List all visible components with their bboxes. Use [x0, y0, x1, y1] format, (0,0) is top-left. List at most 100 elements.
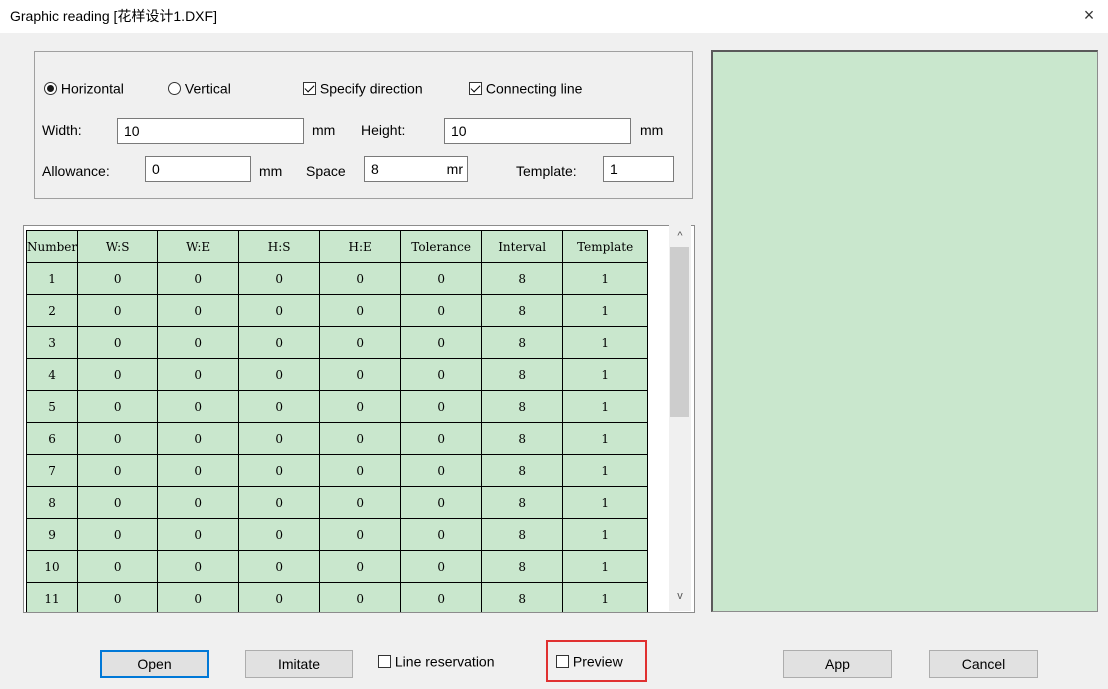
horizontal-radio[interactable]: Horizontal: [44, 79, 124, 96]
cell-hs[interactable]: 0: [238, 518, 321, 551]
cell-number[interactable]: 4: [25, 358, 79, 391]
cell-he[interactable]: 0: [319, 294, 402, 327]
cell-we[interactable]: 0: [157, 518, 240, 551]
space-field[interactable]: 8 mr: [364, 156, 468, 182]
cell-ws[interactable]: 0: [77, 454, 159, 487]
cell-hs[interactable]: 0: [238, 358, 321, 391]
cell-number[interactable]: 7: [25, 454, 79, 487]
table-row[interactable]: 90000081: [25, 518, 649, 551]
table-row[interactable]: 10000081: [25, 262, 649, 295]
cell-we[interactable]: 0: [157, 262, 240, 295]
cell-we[interactable]: 0: [157, 486, 240, 519]
cell-tolerance[interactable]: 0: [400, 454, 483, 487]
cancel-button[interactable]: Cancel: [929, 650, 1038, 678]
cell-template[interactable]: 1: [562, 454, 649, 487]
col-tolerance[interactable]: Tolerance: [400, 230, 483, 263]
cell-interval[interactable]: 8: [481, 422, 564, 455]
table-row[interactable]: 11 0 0 0 0 0 8 1: [25, 582, 649, 612]
table-row[interactable]: 20000081: [25, 294, 649, 327]
cell-we[interactable]: 0: [157, 422, 240, 455]
table-row[interactable]: 80000081: [25, 486, 649, 519]
cell-ws[interactable]: 0: [77, 486, 159, 519]
cell-number[interactable]: 10: [25, 550, 79, 583]
height-field[interactable]: 10: [444, 118, 631, 144]
template-field[interactable]: 1: [603, 156, 674, 182]
cell-hs[interactable]: 0: [238, 326, 321, 359]
cell-ws[interactable]: 0: [77, 390, 159, 423]
cell-number[interactable]: 2: [25, 294, 79, 327]
col-he[interactable]: H:E: [319, 230, 402, 263]
cell-he[interactable]: 0: [319, 422, 402, 455]
cell-interval[interactable]: 8: [481, 454, 564, 487]
cell-tolerance[interactable]: 0: [400, 422, 483, 455]
cell-template[interactable]: 1: [562, 390, 649, 423]
cell-template[interactable]: 1: [562, 550, 649, 583]
cell-he[interactable]: 0: [319, 262, 402, 295]
cell-template[interactable]: 1: [562, 486, 649, 519]
cell-template[interactable]: 1: [562, 518, 649, 551]
line-reservation-checkbox[interactable]: Line reservation: [378, 652, 495, 669]
cell-template[interactable]: 1: [562, 582, 649, 612]
cell-ws[interactable]: 0: [77, 518, 159, 551]
cell-ws[interactable]: 0: [77, 422, 159, 455]
specify-direction-checkbox[interactable]: Specify direction: [303, 79, 423, 96]
cell-number[interactable]: 5: [25, 390, 79, 423]
cell-template[interactable]: 1: [562, 358, 649, 391]
cell-template[interactable]: 1: [562, 262, 649, 295]
cell-tolerance[interactable]: 0: [400, 486, 483, 519]
cell-he[interactable]: 0: [319, 454, 402, 487]
cell-tolerance[interactable]: 0: [400, 262, 483, 295]
cell-he[interactable]: 0: [319, 550, 402, 583]
table-row[interactable]: 70000081: [25, 454, 649, 487]
cell-he[interactable]: 0: [319, 582, 402, 612]
cell-tolerance[interactable]: 0: [400, 518, 483, 551]
scroll-up-icon[interactable]: ^: [669, 227, 691, 245]
cell-number[interactable]: 11: [25, 582, 79, 612]
open-button[interactable]: Open: [100, 650, 209, 678]
cell-interval[interactable]: 8: [481, 294, 564, 327]
cell-interval[interactable]: 8: [481, 550, 564, 583]
allowance-field[interactable]: 0: [145, 156, 251, 182]
col-number[interactable]: Number: [25, 230, 79, 263]
cell-ws[interactable]: 0: [77, 326, 159, 359]
cell-tolerance[interactable]: 0: [400, 294, 483, 327]
cell-we[interactable]: 0: [157, 550, 240, 583]
cell-hs[interactable]: 0: [238, 262, 321, 295]
col-hs[interactable]: H:S: [238, 230, 321, 263]
col-we[interactable]: W:E: [157, 230, 240, 263]
cell-number[interactable]: 3: [25, 326, 79, 359]
table-row[interactable]: 60000081: [25, 422, 649, 455]
cell-interval[interactable]: 8: [481, 390, 564, 423]
table-scrollbar[interactable]: ^ v: [669, 225, 691, 611]
vertical-radio[interactable]: Vertical: [168, 79, 231, 96]
scroll-down-icon[interactable]: v: [669, 587, 691, 605]
cell-he[interactable]: 0: [319, 518, 402, 551]
connecting-line-checkbox[interactable]: Connecting line: [469, 79, 582, 96]
cell-interval[interactable]: 8: [481, 486, 564, 519]
cell-we[interactable]: 0: [157, 454, 240, 487]
app-button[interactable]: App: [783, 650, 892, 678]
cell-we[interactable]: 0: [157, 582, 240, 612]
cell-number[interactable]: 1: [25, 262, 79, 295]
cell-ws[interactable]: 0: [77, 358, 159, 391]
cell-number[interactable]: 9: [25, 518, 79, 551]
cell-we[interactable]: 0: [157, 390, 240, 423]
cell-hs[interactable]: 0: [238, 390, 321, 423]
cell-number[interactable]: 8: [25, 486, 79, 519]
cell-interval[interactable]: 8: [481, 262, 564, 295]
cell-he[interactable]: 0: [319, 326, 402, 359]
cell-tolerance[interactable]: 0: [400, 326, 483, 359]
cell-interval[interactable]: 8: [481, 326, 564, 359]
cell-hs[interactable]: 0: [238, 294, 321, 327]
table-row[interactable]: 10 0 0 0 0 0 8 1: [25, 550, 649, 583]
cell-ws[interactable]: 0: [77, 582, 159, 612]
cell-he[interactable]: 0: [319, 486, 402, 519]
cell-we[interactable]: 0: [157, 358, 240, 391]
cell-interval[interactable]: 8: [481, 582, 564, 612]
imitate-button[interactable]: Imitate: [245, 650, 353, 678]
cell-hs[interactable]: 0: [238, 422, 321, 455]
close-icon[interactable]: ×: [1078, 4, 1100, 26]
cell-ws[interactable]: 0: [77, 294, 159, 327]
cell-tolerance[interactable]: 0: [400, 582, 483, 612]
cell-template[interactable]: 1: [562, 422, 649, 455]
